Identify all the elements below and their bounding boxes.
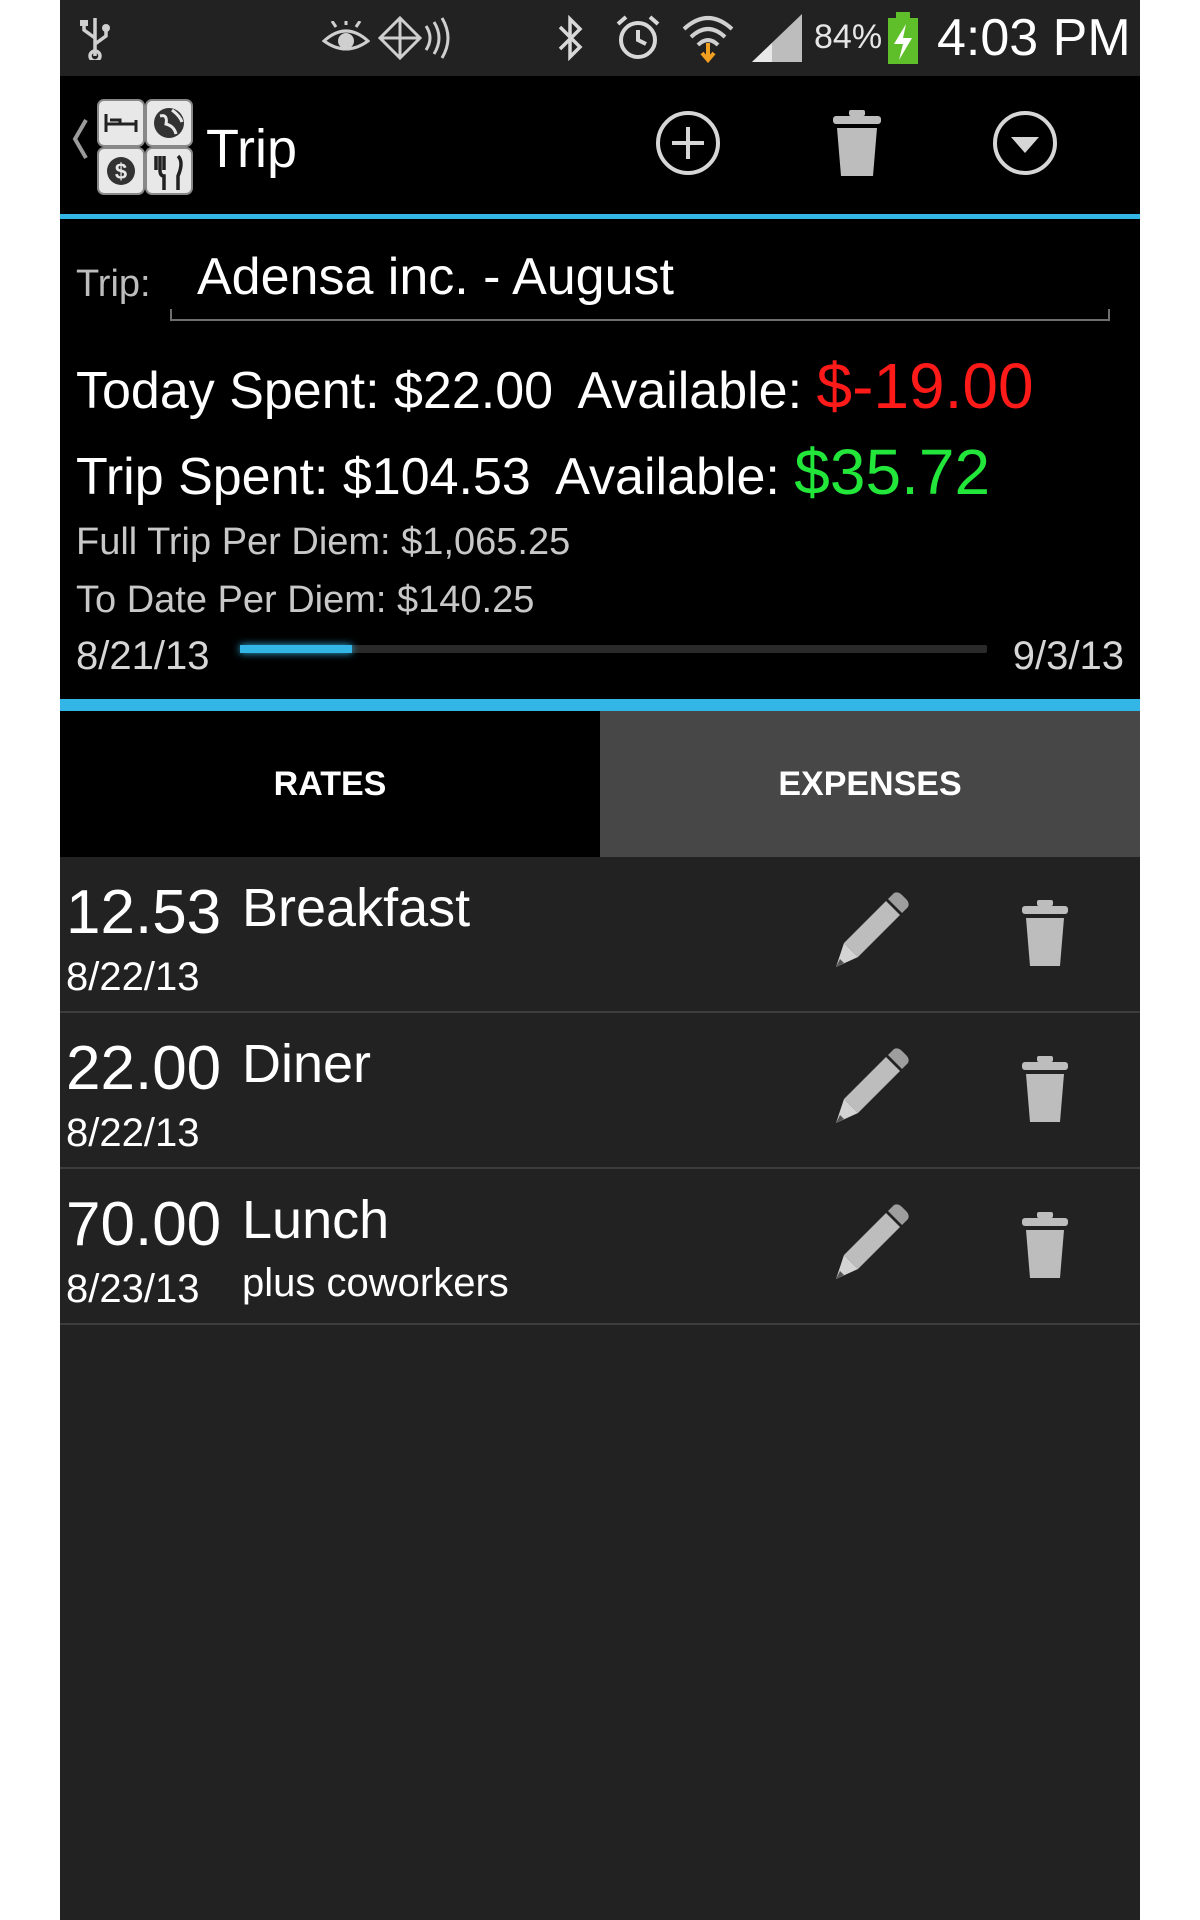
edit-expense-button[interactable] (830, 891, 910, 976)
pencil-icon (830, 1047, 910, 1132)
expense-date: 8/22/13 (66, 1111, 200, 1155)
expense-description: Breakfast (242, 878, 471, 938)
trip-summary-row: Trip Spent: $104.53 Available: $35.72 (76, 435, 990, 509)
action-bar: $ Trip (60, 76, 1140, 214)
summary-divider (60, 699, 1140, 711)
today-spent-label: Today Spent: (76, 362, 380, 420)
trip-available-label: Available: (555, 448, 780, 506)
svg-text:$: $ (115, 159, 127, 184)
page-title: Trip (206, 119, 297, 179)
add-button[interactable] (643, 100, 733, 190)
tab-expenses[interactable]: EXPENSES (600, 711, 1140, 857)
expense-note: plus coworkers (242, 1261, 509, 1305)
bluetooth-icon (556, 0, 586, 76)
edit-expense-button[interactable] (830, 1047, 910, 1132)
list-item[interactable]: 22.00 Diner 8/22/13 (60, 1013, 1140, 1169)
eye-icon (322, 0, 370, 76)
trip-summary-panel: Trip: Adensa inc. - August Today Spent: … (60, 219, 1140, 699)
pencil-icon (830, 891, 910, 976)
delete-expense-button[interactable] (1010, 1207, 1080, 1287)
today-available-value: $-19.00 (816, 350, 1034, 422)
expense-amount: 12.53 (66, 878, 222, 947)
list-item[interactable]: 12.53 Breakfast 8/22/13 (60, 857, 1140, 1013)
alarm-icon (614, 0, 662, 76)
nfc-icon (378, 0, 450, 76)
status-bar: 84% 4:03 PM (60, 0, 1140, 76)
today-available-label: Available: (577, 362, 803, 420)
trash-icon (1020, 898, 1070, 973)
trip-name-value: Adensa inc. - August (197, 248, 674, 306)
trip-available-value: $35.72 (794, 436, 991, 508)
delete-trip-button[interactable] (812, 100, 902, 190)
tab-bar: RATES EXPENSES (60, 711, 1140, 857)
expense-description: Lunch (242, 1190, 390, 1250)
today-summary-row: Today Spent: $22.00 Available: $-19.00 (76, 349, 1034, 423)
add-icon (654, 109, 722, 182)
trip-name-field[interactable]: Adensa inc. - August (170, 245, 1110, 307)
trip-spent-label: Trip Spent: (76, 448, 329, 506)
wifi-icon (682, 0, 734, 76)
delete-expense-button[interactable] (1010, 895, 1080, 975)
signal-icon (750, 0, 804, 76)
delete-expense-button[interactable] (1010, 1051, 1080, 1131)
expense-description: Diner (242, 1034, 372, 1094)
trash-icon (831, 108, 883, 183)
trip-start-date: 8/21/13 (76, 634, 210, 678)
pencil-icon (830, 1203, 910, 1288)
expense-amount: 22.00 (66, 1034, 222, 1103)
trip-end-date: 9/3/13 (1012, 634, 1124, 678)
dropdown-icon (991, 109, 1059, 182)
expense-list: 12.53 Breakfast 8/22/13 22.00 Diner 8/22… (60, 857, 1140, 1325)
back-caret-icon[interactable] (70, 116, 90, 167)
phone-screen: 84% 4:03 PM $ Trip Trip: Adensa inc. - A… (60, 0, 1140, 1920)
expense-date: 8/22/13 (66, 955, 200, 999)
trash-icon (1020, 1210, 1070, 1285)
dropdown-button[interactable] (980, 100, 1070, 190)
trip-field-underline (170, 309, 1110, 321)
to-date-per-diem: To Date Per Diem: $140.25 (76, 579, 535, 621)
usb-icon (78, 0, 112, 76)
battery-percent: 84% (814, 18, 883, 56)
trip-label: Trip: (76, 263, 151, 305)
battery-charging-icon (886, 0, 920, 76)
expense-amount: 70.00 (66, 1190, 222, 1259)
trip-progress-fill (240, 645, 353, 653)
edit-expense-button[interactable] (830, 1203, 910, 1288)
today-spent-value: $22.00 (394, 362, 554, 420)
full-trip-per-diem: Full Trip Per Diem: $1,065.25 (76, 521, 571, 563)
trash-icon (1020, 1054, 1070, 1129)
list-item[interactable]: 70.00 Lunch 8/23/13 plus coworkers (60, 1169, 1140, 1325)
clock-time: 4:03 PM (937, 9, 1131, 67)
tab-rates[interactable]: RATES (60, 711, 600, 857)
trip-progress-bar (240, 645, 987, 653)
trip-spent-value: $104.53 (342, 448, 531, 506)
expense-date: 8/23/13 (66, 1267, 200, 1311)
app-logo-icon[interactable]: $ (96, 98, 194, 201)
